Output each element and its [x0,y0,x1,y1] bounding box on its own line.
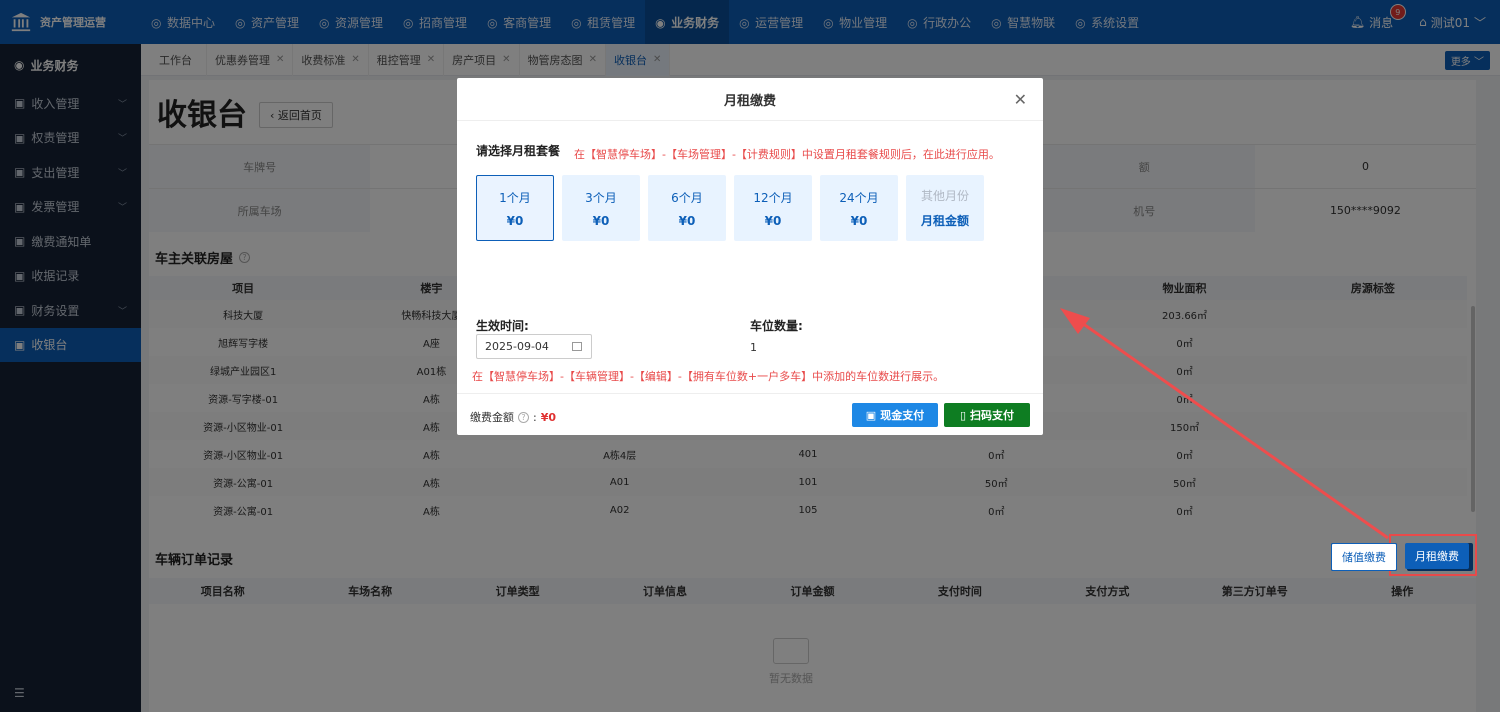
cash-icon: ▣ [865,408,877,422]
calendar-icon [572,342,582,351]
modal-footer: 缴费金额 ? : ¥0 ▣ 现金支付 ▯ 扫码支付 [457,393,1043,435]
plan-name: 6个月 [671,190,703,205]
plan-options: 1个月 ¥0 3个月 ¥0 6个月 ¥0 12个月 ¥0 24个月 ¥0 其他月份月租金额 [476,175,984,241]
plan-amount: ¥0 [592,213,610,228]
spaces-value: 1 [750,341,757,354]
spaces-label: 车位数量: [750,319,803,333]
plan-name: 24个月 [839,190,879,205]
plan-amount: ¥0 [764,213,782,228]
plan-hint: 在【智慧停车场】-【车场管理】-【计费规则】中设置月租套餐规则后，在此进行应用。 [574,148,1000,161]
plan-name: 其他月份 [920,189,969,203]
plan-option[interactable]: 1个月 ¥0 [476,175,554,241]
stored-value-button-visible[interactable]: 储值缴费 [1331,543,1397,571]
monthly-payment-modal: 月租缴费 ✕ 请选择月租套餐 在【智慧停车场】-【车场管理】-【计费规则】中设置… [457,78,1043,435]
spaces-hint: 在【智慧停车场】-【车辆管理】-【编辑】-【拥有车位数+一户多车】中添加的车位数… [472,370,945,383]
effective-date-input[interactable]: 2025-09-04 [476,334,592,359]
plan-amount: 月租金额 [920,214,969,228]
monthly-payment-button-highlighted[interactable]: 月租缴费 [1405,543,1469,569]
modal-title: 月租缴费 [723,93,776,109]
scan-pay-button[interactable]: ▯ 扫码支付 [944,403,1030,427]
effective-time-label: 生效时间: [476,319,529,333]
plan-option[interactable]: 12个月 ¥0 [734,175,812,241]
plan-name: 3个月 [585,190,617,205]
modal-header: 月租缴费 ✕ [457,78,1043,121]
help-icon[interactable]: ? [518,411,529,423]
fee-amount: 缴费金额 ? : ¥0 [470,410,557,425]
plan-amount: ¥0 [850,213,868,228]
cash-pay-button[interactable]: ▣ 现金支付 [852,403,938,427]
plan-amount: ¥0 [506,213,524,228]
fee-amount-value: ¥0 [540,410,557,424]
plan-amount: ¥0 [678,213,696,228]
plan-select-label: 请选择月租套餐 [476,144,561,158]
plan-option[interactable]: 24个月 ¥0 [820,175,898,241]
plan-option[interactable]: 3个月 ¥0 [562,175,640,241]
plan-option[interactable]: 6个月 ¥0 [648,175,726,241]
plan-name: 12个月 [753,190,793,205]
plan-option[interactable]: 其他月份 月租金额 [906,175,984,241]
close-icon[interactable]: ✕ [1014,90,1027,109]
plan-name: 1个月 [499,190,531,205]
scan-icon: ▯ [959,408,967,422]
